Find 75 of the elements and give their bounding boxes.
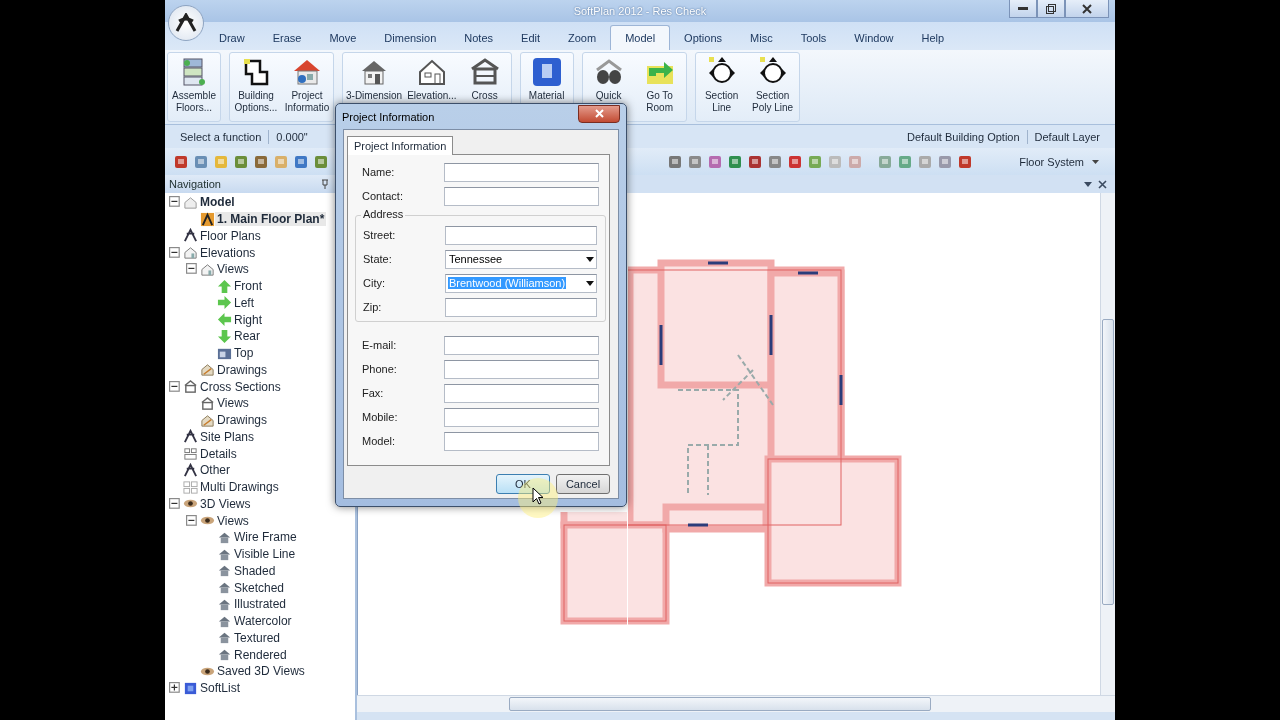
ribbon-button[interactable]: Project Informatio bbox=[282, 53, 332, 121]
ribbon-button[interactable]: Material bbox=[521, 53, 572, 121]
menu-tab[interactable]: Zoom bbox=[554, 26, 611, 50]
field-label: State: bbox=[363, 253, 393, 265]
tree-item[interactable]: SoftList bbox=[198, 681, 243, 696]
ribbon-button[interactable]: Section Poly Line bbox=[747, 53, 798, 121]
floor-system-dropdown[interactable]: Floor System bbox=[1011, 153, 1107, 170]
menu-tab[interactable]: Dimension bbox=[370, 26, 451, 50]
tree-item[interactable]: Views bbox=[215, 396, 251, 411]
select-field[interactable]: Tennessee bbox=[445, 249, 597, 269]
ribbon-button[interactable]: Building Options... bbox=[231, 53, 281, 121]
tree-item[interactable]: Right bbox=[232, 312, 264, 327]
building-option-label: Default Building Option bbox=[906, 130, 1021, 143]
ribbon-button[interactable]: Section Line bbox=[696, 53, 747, 121]
field-label: Phone: bbox=[362, 363, 398, 375]
status-prompt: Select a function bbox=[179, 130, 263, 143]
field-label: Zip: bbox=[363, 301, 383, 313]
menu-tab[interactable]: Draw bbox=[205, 26, 259, 50]
tree-item[interactable]: Watercolor bbox=[232, 614, 294, 629]
menu-tab[interactable]: Edit bbox=[507, 26, 554, 50]
ribbon-button[interactable]: Assemble Floors... bbox=[169, 53, 219, 121]
tree-item[interactable]: Front bbox=[232, 279, 264, 294]
menu-tab[interactable]: Window bbox=[840, 26, 908, 50]
tree-item[interactable]: Rear bbox=[232, 329, 262, 344]
panel-title: Navigation bbox=[169, 178, 221, 190]
status-value: 0.000" bbox=[275, 130, 309, 143]
menu-tab[interactable]: Tools bbox=[786, 26, 841, 50]
menu-tab[interactable]: Options bbox=[670, 26, 737, 50]
tree-item[interactable]: Drawings bbox=[215, 362, 269, 377]
ok-button[interactable]: OK bbox=[496, 474, 550, 494]
dialog-tab[interactable]: Project Information bbox=[347, 136, 454, 155]
menu-tab[interactable]: Erase bbox=[258, 26, 316, 50]
menu-tab[interactable]: Model bbox=[610, 25, 671, 50]
ribbon-button[interactable]: Cross bbox=[459, 53, 510, 121]
dialog-title: Project Information bbox=[342, 110, 435, 123]
tree-item[interactable]: Wire Frame bbox=[232, 530, 299, 545]
tree-item[interactable]: Top bbox=[232, 346, 256, 361]
tree-item[interactable]: Sketched bbox=[232, 580, 287, 595]
group-legend: Address bbox=[361, 208, 406, 220]
field-label: Model: bbox=[362, 435, 397, 447]
layer-label: Default Layer bbox=[1033, 130, 1101, 143]
field-label: Contact: bbox=[362, 190, 404, 202]
tree-item[interactable]: Multi Drawings bbox=[198, 480, 281, 495]
cancel-button[interactable]: Cancel bbox=[556, 474, 610, 494]
tree-item[interactable]: Cross Sections bbox=[198, 379, 283, 394]
tree-item[interactable]: Saved 3D Views bbox=[215, 664, 307, 679]
menu-tab[interactable]: Move bbox=[315, 26, 371, 50]
tree-item[interactable]: Site Plans bbox=[198, 429, 257, 444]
field-label: Mobile: bbox=[362, 411, 399, 423]
field-label: Street: bbox=[363, 229, 397, 241]
tree-item[interactable]: Drawings bbox=[215, 413, 269, 428]
field-label: City: bbox=[363, 277, 386, 289]
window-title: SoftPlan 2012 - Res Check bbox=[573, 5, 707, 17]
tree-item[interactable]: Illustrated bbox=[232, 597, 289, 612]
menu-tab[interactable]: Misc bbox=[736, 26, 787, 50]
tree-item[interactable]: Shaded bbox=[232, 563, 278, 578]
field-value: Tennessee bbox=[448, 253, 504, 265]
tree-item[interactable]: Visible Line bbox=[232, 547, 298, 562]
tree-item[interactable]: Views bbox=[215, 262, 251, 277]
field-label: E-mail: bbox=[362, 339, 398, 351]
tree-item[interactable]: Floor Plans bbox=[198, 228, 263, 243]
tree-item[interactable]: Views bbox=[215, 513, 251, 528]
menu-tab[interactable]: Help bbox=[907, 26, 959, 50]
tree-item[interactable]: Details bbox=[198, 446, 239, 461]
field-label: Fax: bbox=[362, 387, 385, 399]
tree-item[interactable]: Elevations bbox=[198, 245, 258, 260]
tree-item[interactable]: 1. Main Floor Plan* bbox=[215, 212, 327, 227]
menu-tab[interactable]: Notes bbox=[450, 26, 508, 50]
tree-item[interactable]: 3D Views bbox=[198, 496, 253, 511]
tree-item[interactable]: Model bbox=[198, 195, 237, 210]
tree-item[interactable]: Textured bbox=[232, 630, 283, 645]
tree-item[interactable]: Rendered bbox=[232, 647, 289, 662]
tree-item[interactable]: Other bbox=[198, 463, 232, 478]
tree-item[interactable]: Left bbox=[232, 295, 256, 310]
field-label: Name: bbox=[362, 166, 396, 178]
